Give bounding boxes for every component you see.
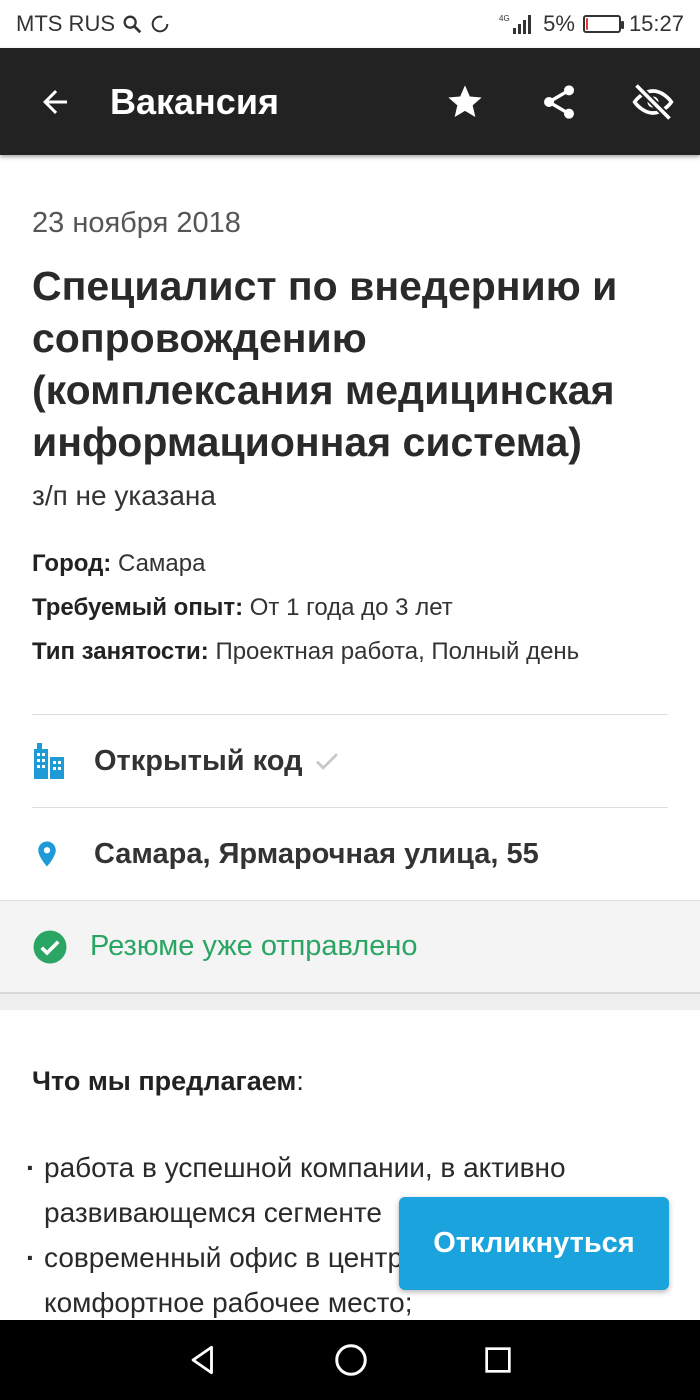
triangle-back-icon [191,1345,214,1375]
description-heading: Что мы предлагаем: [32,1066,668,1097]
company-building-icon [32,741,76,781]
sync-icon [149,13,171,35]
address-row[interactable]: Самара, Ярмарочная улица, 55 [0,808,700,900]
company-row[interactable]: Открытый код [0,715,700,807]
success-check-icon [32,929,68,965]
clock: 15:27 [628,11,684,36]
salary: з/п не указана [32,480,216,511]
app-bar: Вакансия [0,48,700,155]
nav-back-button[interactable] [186,1343,220,1377]
experience-row: Требуемый опыт: От 1 года до 3 лет [32,586,668,630]
employment-row: Тип занятости: Проектная работа, Полный … [32,630,668,674]
favorite-button[interactable] [418,48,512,155]
circle-home-icon [335,1344,367,1376]
vacancy-content[interactable]: 23 ноября 2018 Специалист по внедернию и… [0,155,700,1320]
city-label: Город: [32,550,112,577]
nav-recents-button[interactable] [482,1344,514,1376]
hide-vacancy-button[interactable] [606,48,700,155]
vacancy-details: Город: Самара Требуемый опыт: От 1 года … [32,542,668,674]
company-address: Самара, Ярмарочная улица, 55 [94,837,539,870]
search-icon [121,13,143,35]
company-name: Открытый код [94,744,303,777]
share-icon [544,84,574,119]
star-icon [448,84,482,117]
city-row: Город: Самара [32,542,668,586]
screen-title: Вакансия [110,80,279,122]
publication-date: 23 ноября 2018 [32,207,241,239]
employment-label: Тип занятости: [32,638,209,665]
application-status-label: Резюме уже отправлено [90,930,418,962]
battery-percent: 5% [543,11,575,36]
nav-home-button[interactable] [333,1342,369,1378]
signal-icon: 4G [499,12,535,36]
carrier-name: MTS RUS [16,11,115,36]
experience-label: Требуемый опыт: [32,594,244,621]
respond-button[interactable]: Откликнуться [399,1197,669,1290]
employment-value: Проектная работа, Полный день [215,638,580,665]
vacancy-title: Специалист по внедернию и сопровождению … [32,263,618,465]
status-bar: MTS RUS 4G 5% 15:27 [0,0,700,48]
section-gap [0,994,700,1010]
network-type: 4G [499,14,510,23]
location-pin-icon [32,836,76,872]
share-button[interactable] [512,48,606,155]
back-arrow-icon [43,89,67,114]
description-heading-suffix: : [296,1066,304,1096]
back-button[interactable] [0,48,110,155]
experience-value: От 1 года до 3 лет [249,594,453,621]
eye-off-icon [632,82,674,121]
description-heading-text: Что мы предлагаем [32,1066,297,1096]
square-recents-icon [484,1347,511,1373]
application-status: Резюме уже отправлено [0,900,700,994]
city-value: Самара [117,550,206,577]
battery-level [585,18,588,30]
system-nav-bar [0,1320,700,1400]
verified-check-icon [312,746,342,776]
battery-icon [582,15,624,33]
